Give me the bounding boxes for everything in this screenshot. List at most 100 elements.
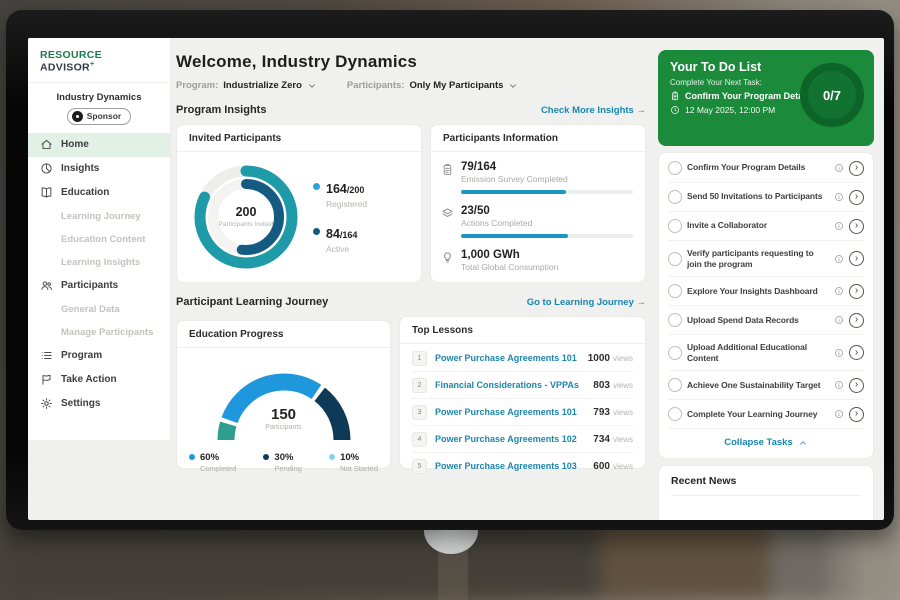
todo-progress-ring: 0/7 (800, 63, 864, 127)
lesson-views-suffix: views (613, 354, 633, 363)
task-checkbox[interactable] (668, 190, 682, 204)
app-logo[interactable]: RESOURCE ADVISOR+ (28, 38, 170, 83)
task-checkbox[interactable] (668, 161, 682, 175)
lesson-rank-badge: 1 (412, 351, 427, 366)
lesson-views-count: 793 (593, 407, 610, 418)
task-chevron-button[interactable]: › (849, 407, 864, 422)
task-chevron-button[interactable]: › (849, 378, 864, 393)
lesson-title-link[interactable]: Power Purchase Agreements 102 (435, 434, 593, 444)
sidebar-item-take-action[interactable]: Take Action (28, 368, 170, 392)
legend-dot (189, 454, 195, 460)
info-icon[interactable] (834, 315, 844, 325)
task-label: Invite a Collaborator (687, 220, 829, 231)
lesson-rank-badge: 4 (412, 432, 427, 447)
program-insights-title: Program Insights (176, 104, 266, 116)
gauge-center-value: 150 (177, 406, 390, 423)
sidebar-item-home[interactable]: Home (28, 133, 170, 157)
invited-participants-card-title: Invited Participants (177, 125, 421, 152)
sidebar-menu: Home Insights Education Learning Journey… (28, 133, 170, 416)
logo-part-1: RESOURCE (40, 49, 102, 61)
logo-plus: + (90, 61, 94, 68)
task-checkbox[interactable] (668, 313, 682, 327)
lesson-views-count: 1000 (588, 353, 610, 364)
task-chevron-button[interactable]: › (849, 161, 864, 176)
education-progress-card-title: Education Progress (177, 321, 390, 348)
dashboard-screen: RESOURCE ADVISOR+ Industry Dynamics Spon… (28, 38, 884, 520)
lesson-title-link[interactable]: Financial Considerations - VPPAs (435, 380, 593, 390)
todo-task-row: Upload Additional Educational Content › (668, 335, 864, 371)
info-icon[interactable] (834, 221, 844, 231)
participants-select-value: Only My Participants (409, 80, 503, 91)
go-to-learning-journey-link[interactable]: Go to Learning Journey → (527, 297, 646, 308)
info-icon[interactable] (834, 380, 844, 390)
todo-progress-value: 0/7 (823, 88, 841, 103)
sidebar-item-education[interactable]: Education (28, 181, 170, 205)
sidebar-item-learning-journey[interactable]: Learning Journey (28, 205, 170, 228)
legend-item-registered: 164/200 Registered (313, 180, 367, 209)
sidebar-item-participants[interactable]: Participants (28, 274, 170, 298)
sidebar-item-general-data[interactable]: General Data (28, 298, 170, 321)
insights-icon (40, 162, 53, 175)
info-icon[interactable] (834, 163, 844, 173)
logo-part-2: ADVISOR (40, 62, 90, 74)
sidebar-item-insights[interactable]: Insights (28, 157, 170, 181)
sidebar-item-education-content[interactable]: Education Content (28, 228, 170, 251)
sidebar-item-manage-participants[interactable]: Manage Participants (28, 321, 170, 344)
task-checkbox[interactable] (668, 284, 682, 298)
sidebar-item-label: Participants (61, 280, 118, 291)
sponsor-badge[interactable]: Sponsor (67, 108, 131, 125)
task-checkbox[interactable] (668, 219, 682, 233)
participants-select[interactable]: Participants: Only My Participants (347, 80, 519, 91)
info-icon[interactable] (834, 348, 844, 358)
monitor-bezel: RESOURCE ADVISOR+ Industry Dynamics Spon… (6, 10, 894, 530)
sidebar-item-label: Program (61, 350, 102, 361)
info-value: 23/50 (461, 205, 633, 217)
lesson-title-link[interactable]: Power Purchase Agreements 101 (435, 407, 593, 417)
gauge-legend-not-started: 10% Not Started (329, 452, 378, 473)
task-checkbox[interactable] (668, 346, 682, 360)
collapse-tasks-link[interactable]: Collapse Tasks (668, 429, 864, 457)
task-chevron-button[interactable]: › (849, 345, 864, 360)
task-label: Confirm Your Program Details (687, 162, 829, 173)
sidebar-item-label: Education (61, 187, 109, 198)
todo-task-list: Confirm Your Program Details › Send 50 I… (668, 154, 864, 429)
info-value: 1,000 GWh (461, 249, 633, 261)
check-more-insights-link[interactable]: Check More Insights → (541, 105, 646, 116)
task-label: Upload Additional Educational Content (687, 342, 829, 364)
info-icon[interactable] (834, 254, 844, 264)
lesson-title-link[interactable]: Power Purchase Agreements 103 (435, 461, 593, 471)
gauge-legend-completed: 60% Completed (189, 452, 236, 473)
lesson-title-link[interactable]: Power Purchase Agreements 101 (435, 353, 588, 363)
info-icon[interactable] (834, 409, 844, 419)
task-chevron-button[interactable]: › (849, 251, 864, 266)
program-select[interactable]: Program: Industrialize Zero (176, 80, 317, 91)
task-checkbox[interactable] (668, 407, 682, 421)
page-title: Welcome, Industry Dynamics (176, 52, 646, 72)
sidebar-item-learning-insights[interactable]: Learning Insights (28, 251, 170, 274)
participants-select-label: Participants: (347, 80, 405, 91)
legend-label: Completed (200, 464, 236, 473)
lesson-views-count: 600 (593, 461, 610, 472)
sidebar-item-program[interactable]: Program (28, 344, 170, 368)
info-icon[interactable] (834, 192, 844, 202)
invited-participants-card: Invited Participants 200 Participants In… (176, 124, 422, 283)
task-chevron-button[interactable]: › (849, 190, 864, 205)
top-lessons-card: Top Lessons 1 Power Purchase Agreements … (399, 316, 646, 469)
task-chevron-button[interactable]: › (849, 219, 864, 234)
task-chevron-button[interactable]: › (849, 284, 864, 299)
task-chevron-button[interactable]: › (849, 313, 864, 328)
task-checkbox[interactable] (668, 378, 682, 392)
info-label: Total Global Consumption (461, 262, 633, 272)
info-label: Actions Completed (461, 218, 633, 228)
legend-percent: 60% (200, 452, 236, 463)
main-content: Welcome, Industry Dynamics Program: Indu… (176, 38, 646, 469)
lesson-views-count: 803 (593, 380, 610, 391)
task-checkbox[interactable] (668, 252, 682, 266)
lesson-views-count: 734 (593, 434, 610, 445)
lesson-rank-badge: 5 (412, 459, 427, 474)
legend-percent: 10% (340, 452, 378, 463)
info-icon[interactable] (834, 286, 844, 296)
actions-icon (441, 207, 454, 238)
organization-name: Industry Dynamics (28, 92, 170, 103)
sidebar-item-settings[interactable]: Settings (28, 392, 170, 416)
